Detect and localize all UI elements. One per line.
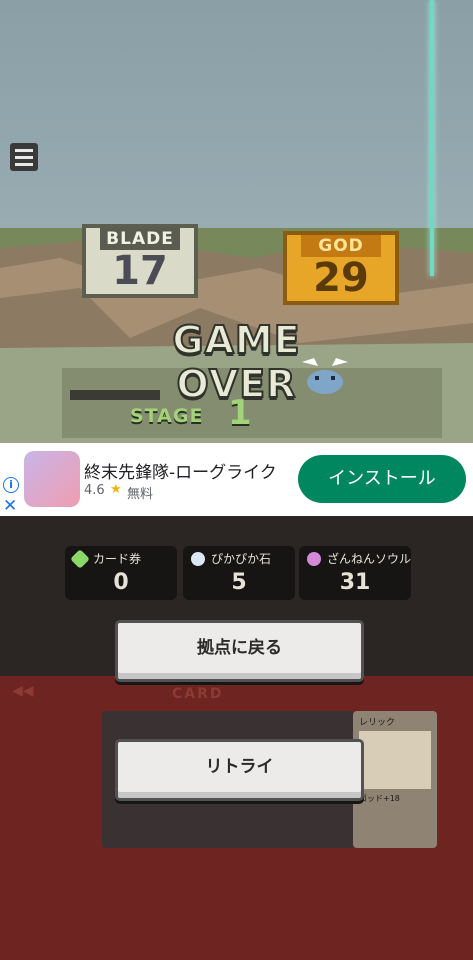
soul-icon (307, 552, 321, 566)
return-to-base-button[interactable]: 拠点に戻る (115, 620, 364, 682)
menu-button[interactable] (10, 143, 38, 171)
relic-label: レリック (359, 718, 396, 728)
blade-score: 17 (112, 248, 168, 294)
god-title: GOD (301, 235, 381, 257)
star-icon: ★ (110, 482, 122, 497)
god-score-plaque: GOD 29 (283, 231, 399, 305)
retry-button[interactable]: リトライ (115, 739, 364, 801)
currency-value: 5 (231, 570, 247, 595)
blade-title: BLADE (100, 228, 180, 250)
blade-score-plaque: BLADE 17 (82, 224, 198, 298)
relic-image (359, 731, 431, 789)
hamburger-menu-icon (15, 162, 33, 166)
ticket-gem-icon (70, 549, 90, 569)
regret-soul-counter: ざんねんソウル 31 (299, 546, 411, 600)
stage-indicator: STAGE 1 (130, 393, 270, 433)
ad-title[interactable]: 終末先鋒隊-ローグライク (84, 458, 277, 483)
currency-label: カード券 (93, 552, 142, 566)
hamburger-menu-icon (15, 155, 33, 159)
ad-install-button[interactable]: インストール (298, 455, 466, 503)
currency-value: 31 (339, 570, 371, 595)
ad-rating: 4.6 (84, 483, 105, 498)
shiny-stone-counter: ぴかぴか石 5 (183, 546, 295, 600)
diamond-icon (191, 552, 205, 566)
card-section-label: CARD (172, 686, 224, 702)
ad-close-icon[interactable]: ✕ (3, 496, 17, 516)
stage-value: 1 (228, 393, 252, 433)
slime-character (302, 358, 348, 394)
sky-background (0, 0, 473, 230)
ad-app-icon[interactable] (24, 451, 80, 507)
ad-price: 無料 (127, 487, 154, 502)
currency-label: ぴかぴか石 (211, 552, 272, 566)
god-score: 29 (313, 255, 369, 301)
hamburger-menu-icon (15, 148, 33, 152)
relic-sub: ゴッド+18 (359, 794, 400, 803)
card-ticket-counter: カード券 0 (65, 546, 177, 600)
back-arrow-icon: ◀◀ (12, 683, 34, 699)
relic-card: レリック ゴッド+18 (353, 711, 437, 848)
light-beam (430, 0, 434, 276)
ad-info-icon[interactable]: i (3, 477, 19, 493)
stage-label: STAGE (130, 405, 204, 427)
currency-value: 0 (113, 570, 129, 595)
currency-label: ざんねんソウル (327, 552, 412, 566)
